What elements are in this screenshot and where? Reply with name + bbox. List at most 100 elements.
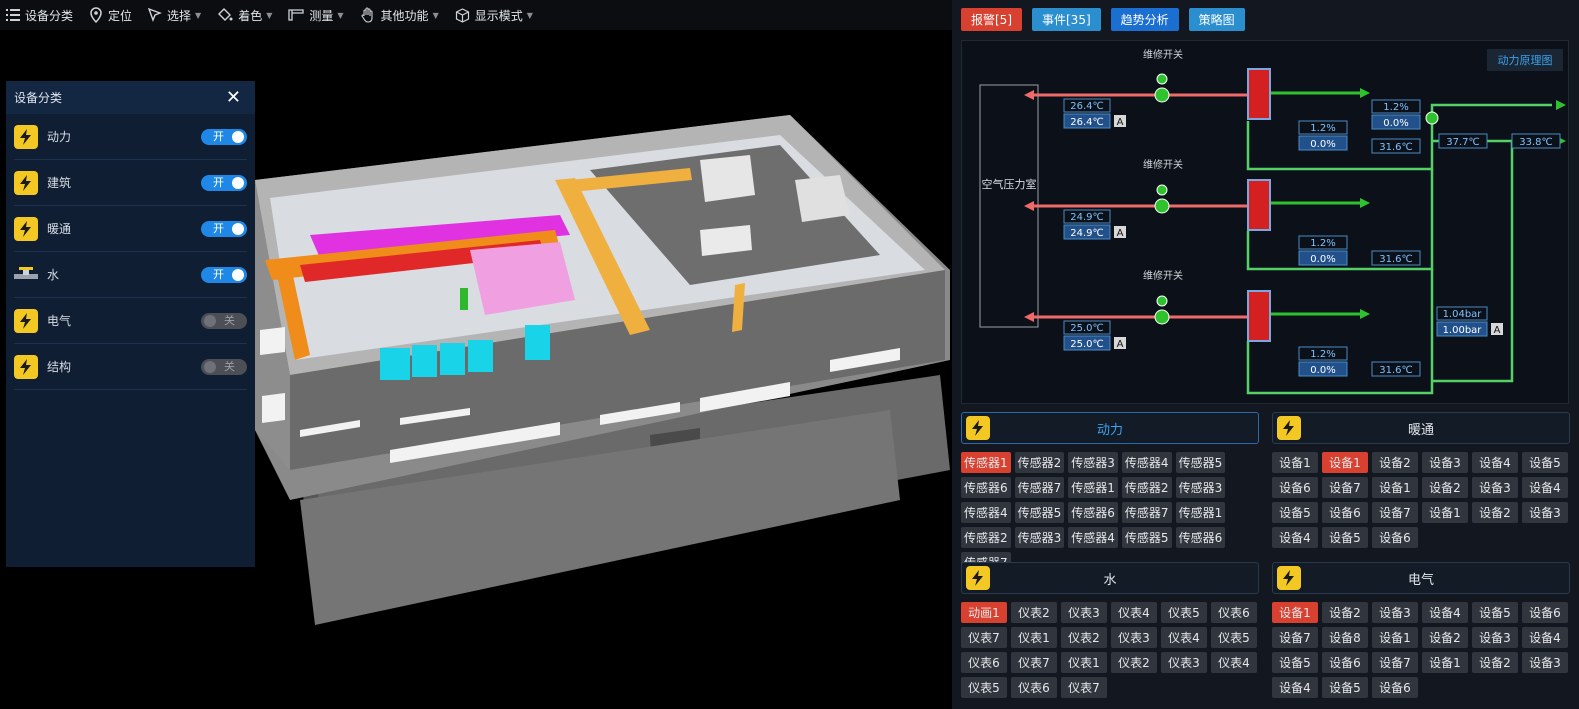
device-chip[interactable]: 仪表7 [1011,652,1057,673]
device-chip[interactable]: 设备1 [1422,652,1468,673]
device-chip[interactable]: 设备3 [1472,477,1518,498]
device-chip[interactable]: 仪表3 [1161,652,1207,673]
device-chip[interactable]: 设备4 [1422,602,1468,623]
device-chip[interactable]: 传感器2 [961,527,1011,548]
device-chip[interactable]: 设备8 [1322,627,1368,648]
device-chip[interactable]: 设备1 [1372,627,1418,648]
device-chip[interactable]: 设备5 [1272,502,1318,523]
device-chip[interactable]: 仪表5 [1211,627,1257,648]
category-toggle[interactable]: 关 [201,312,247,329]
device-chip[interactable]: 传感器6 [961,477,1011,498]
device-chip[interactable]: 传感器3 [1014,527,1065,548]
toolbar-measure[interactable]: 测量 ▼ [288,0,344,30]
device-chip[interactable]: 仪表3 [1061,602,1107,623]
device-panel-header[interactable]: 暖通 [1272,412,1570,444]
device-chip[interactable]: 设备1 [1272,452,1318,473]
toolbar-select[interactable]: 选择 ▼ [148,0,201,30]
device-chip[interactable]: 仪表1 [1061,652,1107,673]
device-chip[interactable]: 设备4 [1472,452,1518,473]
device-chip[interactable]: 设备1 [1272,602,1318,623]
device-chip[interactable]: 仪表7 [961,627,1007,648]
device-chip[interactable]: 传感器5 [1014,502,1065,523]
device-chip[interactable]: 仪表7 [1061,677,1107,698]
device-chip[interactable]: 设备1 [1422,502,1468,523]
device-chip[interactable]: 设备4 [1272,527,1318,548]
device-chip[interactable]: 仪表3 [1111,627,1157,648]
category-toggle[interactable]: 开 [201,174,247,191]
toolbar-color[interactable]: 着色 ▼ [217,0,272,30]
device-chip[interactable]: 设备7 [1372,652,1418,673]
device-chip[interactable]: 传感器5 [1175,452,1226,473]
device-chip[interactable]: 仪表2 [1011,602,1057,623]
device-chip[interactable]: 设备5 [1522,452,1568,473]
device-chip[interactable]: 传感器1 [1068,477,1118,498]
device-chip[interactable]: 仪表6 [1211,602,1257,623]
device-chip[interactable]: 传感器4 [961,502,1011,523]
device-chip[interactable]: 仪表2 [1111,652,1157,673]
device-chip[interactable]: 仪表4 [1161,627,1207,648]
close-icon[interactable]: ✕ [226,88,241,107]
device-panel-header[interactable]: 电气 [1272,562,1570,594]
device-chip[interactable]: 传感器6 [1068,502,1118,523]
toolbar-other-functions[interactable]: 其他功能 ▼ [360,0,439,30]
device-chip[interactable]: 设备5 [1322,677,1368,698]
tab-event[interactable]: 事件[35] [1032,8,1101,31]
category-toggle[interactable]: 开 [201,220,247,237]
device-chip[interactable]: 传感器2 [1014,452,1065,473]
toolbar-locate[interactable]: 定位 [89,0,132,30]
device-chip[interactable]: 设备1 [1322,452,1368,473]
device-chip[interactable]: 设备4 [1522,627,1568,648]
device-chip[interactable]: 设备7 [1272,627,1318,648]
device-panel-header[interactable]: 水 [961,562,1259,594]
device-chip[interactable]: 设备3 [1522,502,1568,523]
device-chip[interactable]: 设备2 [1322,602,1368,623]
device-chip[interactable]: 传感器3 [1175,477,1226,498]
device-chip[interactable]: 设备5 [1322,527,1368,548]
device-chip[interactable]: 设备6 [1322,652,1368,673]
device-chip[interactable]: 设备3 [1372,602,1418,623]
device-chip[interactable]: 仪表5 [961,677,1007,698]
device-chip[interactable]: 传感器4 [1121,452,1172,473]
device-chip[interactable]: 传感器5 [1121,527,1172,548]
device-chip[interactable]: 传感器6 [1175,527,1226,548]
device-chip[interactable]: 传感器1 [961,452,1011,473]
device-chip[interactable]: 设备3 [1422,452,1468,473]
device-chip[interactable]: 传感器3 [1068,452,1118,473]
device-chip[interactable]: 仪表5 [1161,602,1207,623]
tab-alarm[interactable]: 报警[5] [961,8,1022,31]
device-chip[interactable]: 设备6 [1372,527,1418,548]
device-chip[interactable]: 设备6 [1322,502,1368,523]
device-chip[interactable]: 传感器4 [1068,527,1118,548]
category-toggle[interactable]: 开 [201,128,247,145]
device-chip[interactable]: 传感器7 [1014,477,1065,498]
device-chip[interactable]: 设备2 [1472,652,1518,673]
category-toggle[interactable]: 关 [201,358,247,375]
device-chip[interactable]: 设备1 [1372,477,1418,498]
device-chip[interactable]: 设备3 [1522,652,1568,673]
device-chip[interactable]: 设备7 [1322,477,1368,498]
tab-trend[interactable]: 趋势分析 [1110,8,1179,31]
device-chip[interactable]: 设备4 [1272,677,1318,698]
device-chip[interactable]: 设备2 [1372,452,1418,473]
category-toggle[interactable]: 开 [201,266,247,283]
device-chip[interactable]: 仪表6 [1011,677,1057,698]
tab-strategy[interactable]: 策略图 [1188,8,1245,31]
device-chip[interactable]: 设备2 [1472,502,1518,523]
device-chip[interactable]: 传感器2 [1121,477,1172,498]
device-chip[interactable]: 仪表4 [1211,652,1257,673]
device-chip[interactable]: 仪表2 [1061,627,1107,648]
device-chip[interactable]: 设备7 [1372,502,1418,523]
device-chip[interactable]: 仪表6 [961,652,1007,673]
device-chip[interactable]: 动画1 [961,602,1007,623]
device-chip[interactable]: 设备5 [1272,652,1318,673]
device-chip[interactable]: 设备3 [1472,627,1518,648]
device-chip[interactable]: 设备2 [1422,627,1468,648]
device-panel-header[interactable]: 动力 [961,412,1259,444]
device-chip[interactable]: 设备6 [1372,677,1418,698]
device-chip[interactable]: 设备6 [1272,477,1318,498]
device-chip[interactable]: 传感器7 [1121,502,1172,523]
device-chip[interactable]: 仪表1 [1011,627,1057,648]
device-chip[interactable]: 设备6 [1522,602,1568,623]
device-chip[interactable]: 设备5 [1472,602,1518,623]
device-chip[interactable]: 仪表4 [1111,602,1157,623]
